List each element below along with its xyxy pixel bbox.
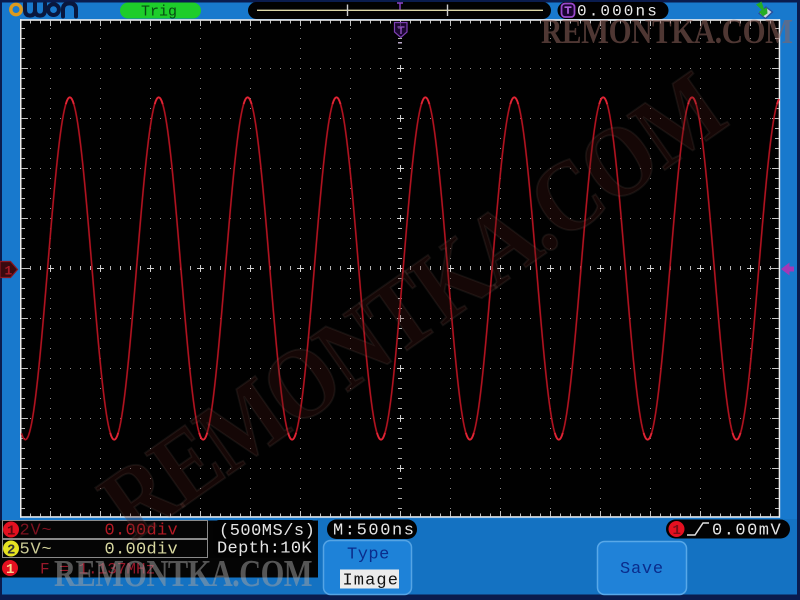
svg-text:1: 1 [5, 264, 13, 279]
svg-text:0.00mV: 0.00mV [712, 522, 782, 541]
svg-text:Trig: Trig [141, 4, 177, 21]
svg-text:1: 1 [6, 562, 14, 578]
svg-text:2V~: 2V~ [20, 522, 53, 541]
svg-text:Save: Save [620, 560, 664, 579]
svg-text:Image: Image [343, 572, 400, 591]
svg-text:REMONTKA.COM: REMONTKA.COM [54, 553, 312, 595]
svg-text:M:500ns: M:500ns [333, 522, 416, 541]
svg-text:2: 2 [7, 543, 15, 559]
svg-text:(500MS/s): (500MS/s) [219, 522, 315, 541]
svg-text:5V~: 5V~ [20, 541, 53, 560]
svg-text:1: 1 [673, 523, 681, 539]
svg-text:REMONTKA.COM: REMONTKA.COM [541, 12, 793, 51]
svg-text:1: 1 [7, 524, 15, 540]
svg-text:Type: Type [347, 546, 390, 565]
